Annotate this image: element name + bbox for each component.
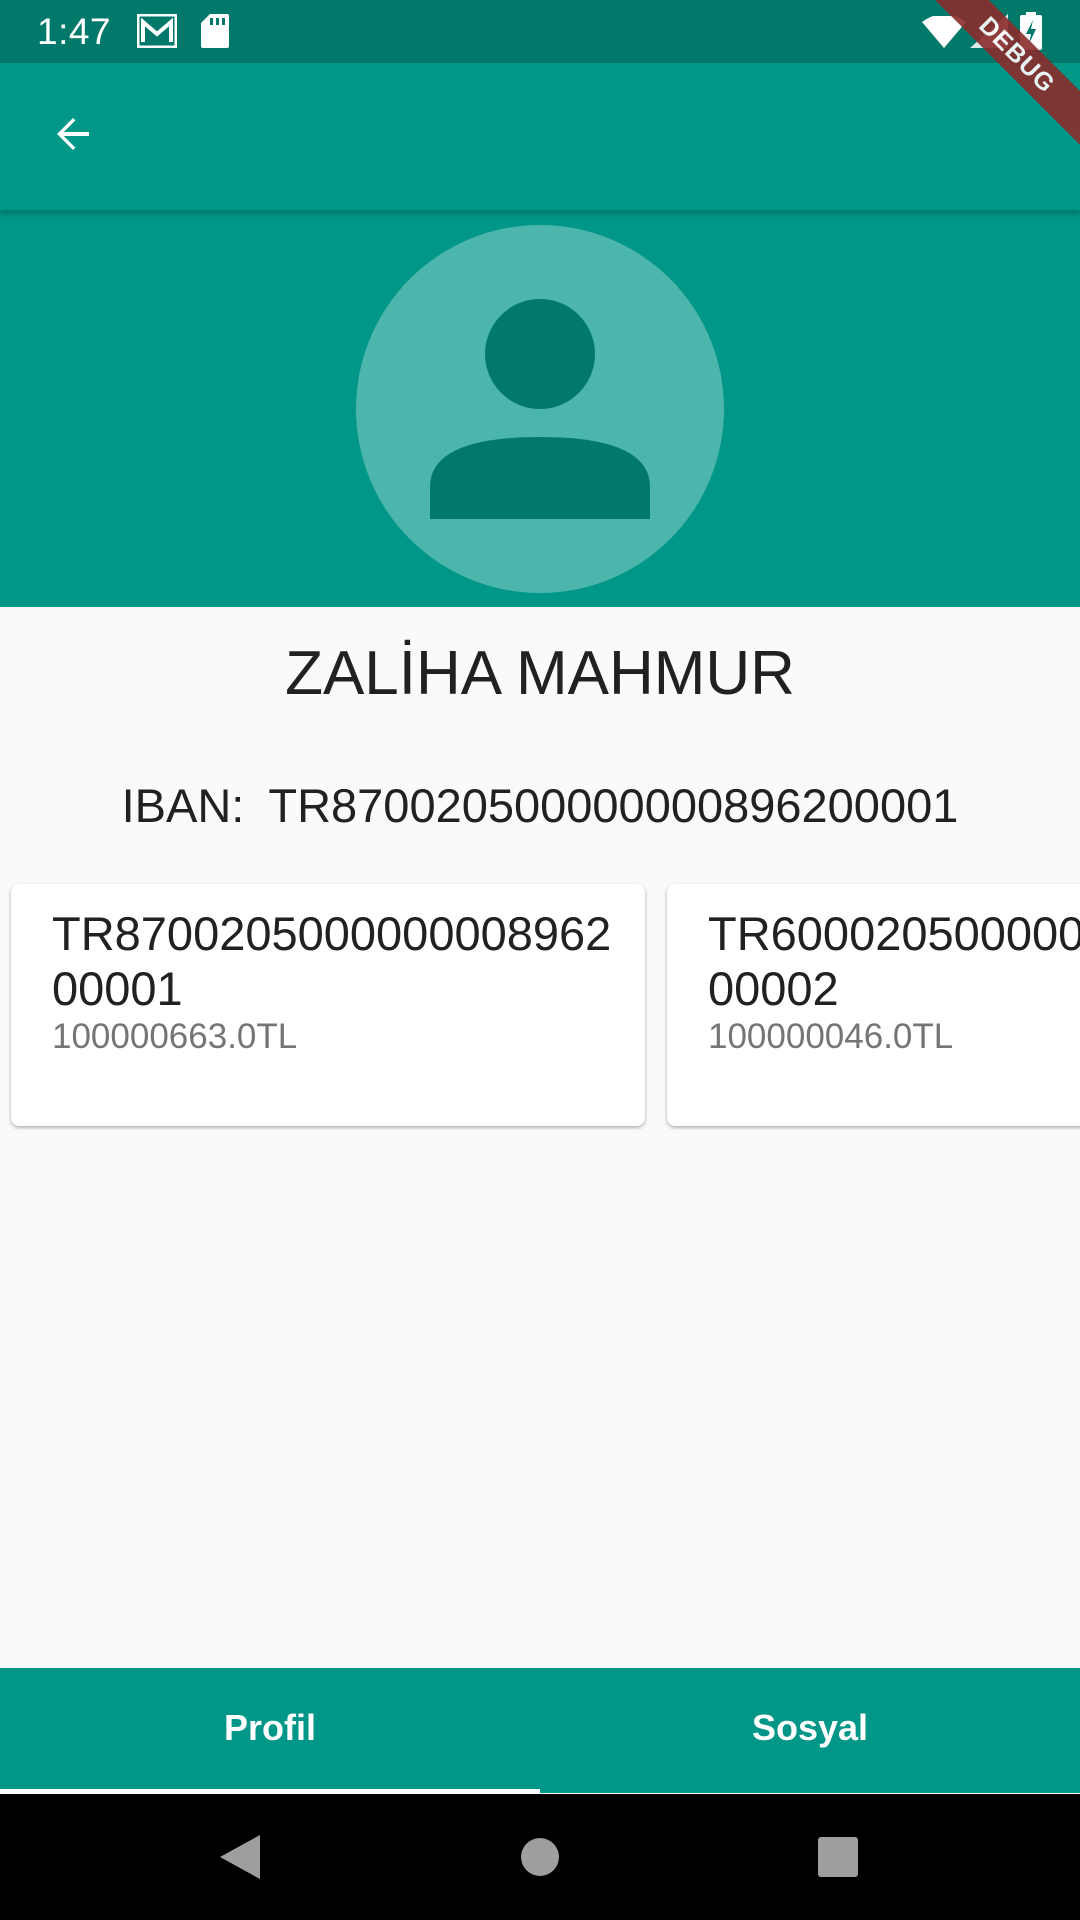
sd-card-icon: [201, 14, 229, 53]
triangle-back-icon: [220, 1835, 260, 1879]
account-iban: TR600020500000000896200002: [708, 907, 1080, 1015]
nav-home-button[interactable]: [510, 1827, 570, 1887]
system-nav-bar: [0, 1794, 1080, 1920]
iban-line: IBAN: TR870020500000000896200001: [0, 778, 1080, 834]
profile-name: ZALİHA MAHMUR: [285, 639, 795, 708]
iban-value: TR870020500000000896200001: [268, 779, 959, 832]
status-time: 1:47: [37, 11, 112, 52]
screen: 1:47 DEBUG ZALİHA MAHMUR IBAN: TR8700205…: [0, 0, 1080, 1920]
app-bar: [0, 63, 1080, 210]
square-recents-icon: [818, 1837, 858, 1877]
status-bar: 1:47: [0, 0, 1080, 63]
profile-header: [0, 210, 1080, 607]
account-balance: 100000046.0TL: [708, 1017, 954, 1056]
gmail-icon: [136, 13, 178, 53]
nav-back-button[interactable]: [210, 1827, 270, 1887]
account-card[interactable]: TR870020500000000896200001 100000663.0TL: [11, 884, 645, 1126]
nav-recents-button[interactable]: [808, 1827, 868, 1887]
account-balance: 100000663.0TL: [52, 1017, 298, 1056]
arrow-back-icon: [49, 110, 97, 163]
account-iban: TR870020500000000896200001: [52, 907, 612, 1015]
back-button[interactable]: [30, 103, 116, 169]
tab-profil[interactable]: Profil: [0, 1668, 540, 1793]
iban-label: IBAN:: [121, 779, 245, 832]
account-card[interactable]: TR600020500000000896200002 100000046.0TL: [667, 884, 1080, 1126]
tab-bar: Profil Sosyal: [0, 1668, 1080, 1793]
person-icon: [430, 299, 650, 519]
circle-home-icon: [521, 1838, 559, 1876]
avatar: [356, 225, 724, 593]
accounts-list[interactable]: TR870020500000000896200001 100000663.0TL…: [0, 880, 1080, 1130]
tab-sosyal[interactable]: Sosyal: [540, 1668, 1080, 1793]
